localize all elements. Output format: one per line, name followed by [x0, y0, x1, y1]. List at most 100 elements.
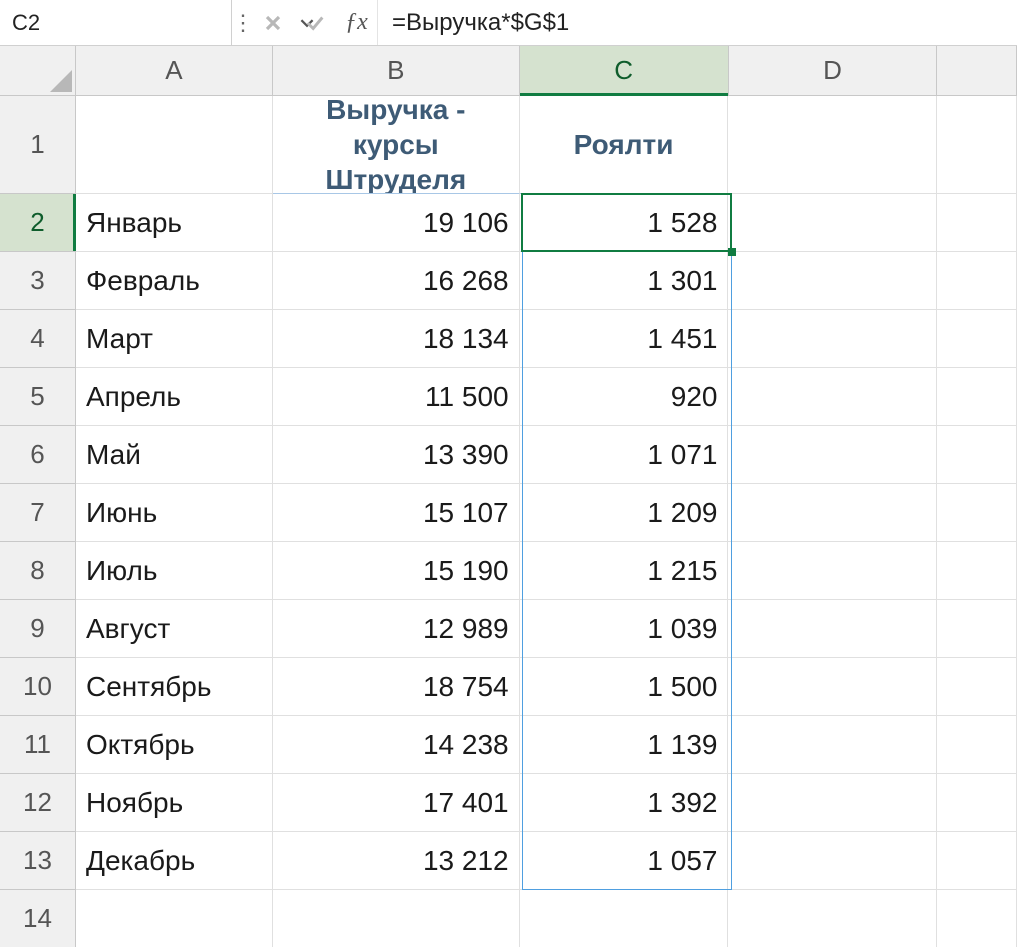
- cell-overflow-5[interactable]: [937, 368, 1017, 426]
- cell-overflow-11[interactable]: [937, 716, 1017, 774]
- cell-C3[interactable]: 1 301: [520, 252, 729, 310]
- cell-A11[interactable]: Октябрь: [76, 716, 273, 774]
- row-header-5[interactable]: 5: [0, 368, 75, 426]
- cell-B9[interactable]: 12 989: [273, 600, 520, 658]
- row-header-3[interactable]: 3: [0, 252, 75, 310]
- cell-A10[interactable]: Сентябрь: [76, 658, 273, 716]
- cell-A6[interactable]: Май: [76, 426, 273, 484]
- row-header-13[interactable]: 13: [0, 832, 75, 890]
- cell-D13[interactable]: [728, 832, 937, 890]
- cell-B10[interactable]: 18 754: [273, 658, 520, 716]
- row-header-2[interactable]: 2: [0, 194, 75, 252]
- row-header-7[interactable]: 7: [0, 484, 75, 542]
- table-row: Октябрь14 2381 139: [76, 716, 1017, 774]
- row-header-10[interactable]: 10: [0, 658, 75, 716]
- cell-A8[interactable]: Июль: [76, 542, 273, 600]
- cell-D7[interactable]: [728, 484, 937, 542]
- fx-button[interactable]: ƒx: [336, 0, 378, 45]
- cell-B14[interactable]: [273, 890, 520, 947]
- cell-D10[interactable]: [728, 658, 937, 716]
- cell-overflow-6[interactable]: [937, 426, 1017, 484]
- cell-B3[interactable]: 16 268: [273, 252, 520, 310]
- cell-A12[interactable]: Ноябрь: [76, 774, 273, 832]
- cell-A3[interactable]: Февраль: [76, 252, 273, 310]
- cell-overflow-14[interactable]: [937, 890, 1017, 947]
- cell-overflow-2[interactable]: [937, 194, 1017, 252]
- col-header-B[interactable]: B: [273, 46, 520, 95]
- cells-area[interactable]: Выручка - курсы Штруделя Роялти Январь19…: [76, 96, 1017, 947]
- cell-C9[interactable]: 1 039: [520, 600, 729, 658]
- cell-C14[interactable]: [520, 890, 729, 947]
- table-row: Июнь15 1071 209: [76, 484, 1017, 542]
- formula-input[interactable]: [378, 0, 1017, 45]
- col-header-C[interactable]: C: [520, 46, 729, 95]
- cell-C7[interactable]: 1 209: [520, 484, 729, 542]
- cell-A5[interactable]: Апрель: [76, 368, 273, 426]
- cell-C13[interactable]: 1 057: [520, 832, 729, 890]
- cell-D14[interactable]: [728, 890, 937, 947]
- cell-B7[interactable]: 15 107: [273, 484, 520, 542]
- cell-A13[interactable]: Декабрь: [76, 832, 273, 890]
- cell-overflow-9[interactable]: [937, 600, 1017, 658]
- cell-D4[interactable]: [728, 310, 937, 368]
- cell-overflow-13[interactable]: [937, 832, 1017, 890]
- cell-D6[interactable]: [728, 426, 937, 484]
- cell-C1[interactable]: Роялти: [520, 96, 729, 194]
- col-header-overflow[interactable]: [937, 46, 1017, 95]
- cell-D2[interactable]: [728, 194, 937, 252]
- cell-C12[interactable]: 1 392: [520, 774, 729, 832]
- cell-B13[interactable]: 13 212: [273, 832, 520, 890]
- row-header-6[interactable]: 6: [0, 426, 75, 484]
- cell-B5[interactable]: 11 500: [273, 368, 520, 426]
- cell-overflow-10[interactable]: [937, 658, 1017, 716]
- cell-A9[interactable]: Август: [76, 600, 273, 658]
- row-header-1[interactable]: 1: [0, 96, 75, 194]
- spreadsheet-grid[interactable]: A B C D 1234567891011121314 Выручка - ку…: [0, 46, 1017, 947]
- cell-C4[interactable]: 1 451: [520, 310, 729, 368]
- table-empty-row: [76, 890, 1017, 947]
- cell-C5[interactable]: 920: [520, 368, 729, 426]
- cell-B4[interactable]: 18 134: [273, 310, 520, 368]
- table-row: Апрель11 500920: [76, 368, 1017, 426]
- cell-A4[interactable]: Март: [76, 310, 273, 368]
- cell-D1[interactable]: [728, 96, 937, 194]
- col-header-A[interactable]: A: [76, 46, 273, 95]
- cell-C2[interactable]: 1 528: [520, 194, 729, 252]
- cell-A14[interactable]: [76, 890, 273, 947]
- cell-A2[interactable]: Январь: [76, 194, 273, 252]
- cell-B6[interactable]: 13 390: [273, 426, 520, 484]
- cell-B2[interactable]: 19 106: [273, 194, 520, 252]
- cell-overflow-4[interactable]: [937, 310, 1017, 368]
- cell-D9[interactable]: [728, 600, 937, 658]
- cell-C11[interactable]: 1 139: [520, 716, 729, 774]
- cell-D8[interactable]: [728, 542, 937, 600]
- row-header-9[interactable]: 9: [0, 600, 75, 658]
- cell-overflow-1[interactable]: [937, 96, 1017, 194]
- cell-overflow-3[interactable]: [937, 252, 1017, 310]
- cell-B12[interactable]: 17 401: [273, 774, 520, 832]
- cell-B11[interactable]: 14 238: [273, 716, 520, 774]
- select-all-corner[interactable]: [0, 46, 76, 96]
- cell-C8[interactable]: 1 215: [520, 542, 729, 600]
- cell-C6[interactable]: 1 071: [520, 426, 729, 484]
- cell-C10[interactable]: 1 500: [520, 658, 729, 716]
- cell-D5[interactable]: [728, 368, 937, 426]
- cell-A1[interactable]: [76, 96, 273, 194]
- table-row: Январь19 1061 528: [76, 194, 1017, 252]
- cell-D3[interactable]: [728, 252, 937, 310]
- cell-overflow-12[interactable]: [937, 774, 1017, 832]
- cell-B8[interactable]: 15 190: [273, 542, 520, 600]
- cell-D11[interactable]: [728, 716, 937, 774]
- name-box-wrap[interactable]: [0, 0, 232, 45]
- row-header-4[interactable]: 4: [0, 310, 75, 368]
- cell-B1[interactable]: Выручка - курсы Штруделя: [273, 96, 520, 194]
- cell-overflow-8[interactable]: [937, 542, 1017, 600]
- row-header-12[interactable]: 12: [0, 774, 75, 832]
- row-header-8[interactable]: 8: [0, 542, 75, 600]
- cell-D12[interactable]: [728, 774, 937, 832]
- cell-overflow-7[interactable]: [937, 484, 1017, 542]
- cell-A7[interactable]: Июнь: [76, 484, 273, 542]
- row-header-11[interactable]: 11: [0, 716, 75, 774]
- col-header-D[interactable]: D: [729, 46, 938, 95]
- row-header-14[interactable]: 14: [0, 890, 75, 947]
